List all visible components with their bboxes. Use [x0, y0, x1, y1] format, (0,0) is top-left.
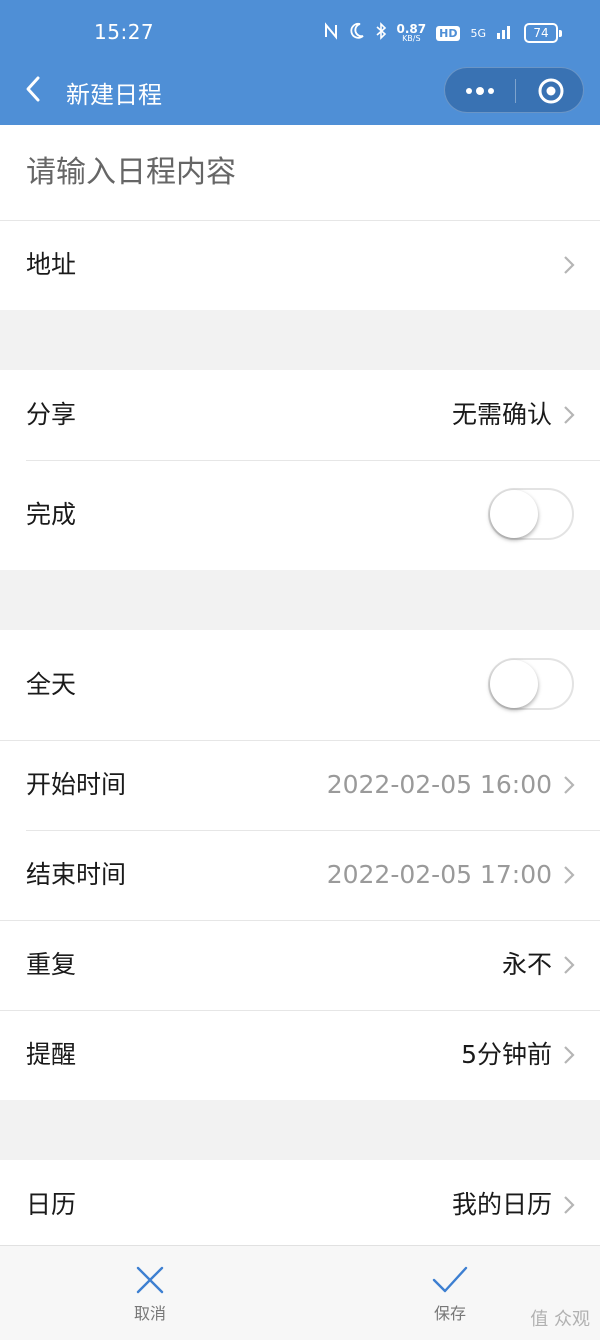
allday-label: 全天: [26, 670, 77, 699]
calendar-label: 日历: [26, 1190, 77, 1219]
schedule-content-input[interactable]: [26, 125, 566, 220]
share-row[interactable]: 分享 无需确认: [0, 370, 600, 460]
address-label: 地址: [26, 250, 77, 279]
chevron-right-icon: [564, 1196, 575, 1214]
repeat-value: 永不: [501, 950, 552, 979]
done-toggle[interactable]: [488, 488, 574, 540]
save-button[interactable]: 保存: [390, 1246, 510, 1340]
chevron-right-icon: [564, 956, 575, 974]
done-label: 完成: [26, 500, 77, 529]
chevron-right-icon: [564, 1046, 575, 1064]
done-row: 完成: [0, 470, 600, 560]
remind-value: 5分钟前: [461, 1040, 552, 1069]
net-speed-unit: KB/S: [402, 34, 421, 43]
miniapp-capsule: [444, 67, 584, 113]
close-miniapp-icon[interactable]: [537, 77, 565, 105]
time-block: 全天 开始时间 2022-02-05 16:00 结束时间 2022-02-05…: [0, 630, 600, 1100]
end-time-value: 2022-02-05 17:00: [326, 860, 552, 889]
share-label: 分享: [26, 400, 77, 429]
calendar-row[interactable]: 日历 我的日历: [0, 1160, 600, 1245]
close-icon: [136, 1266, 164, 1294]
watermark: 值 众观: [530, 1309, 590, 1330]
allday-toggle[interactable]: [488, 658, 574, 710]
save-label: 保存: [433, 1304, 466, 1323]
repeat-row[interactable]: 重复 永不: [0, 920, 600, 1010]
chevron-right-icon: [564, 406, 575, 424]
status-time: 15:27: [94, 20, 155, 44]
calendar-value: 我的日历: [451, 1190, 552, 1219]
end-time-row[interactable]: 结束时间 2022-02-05 17:00: [0, 830, 600, 920]
title-bar: 新建日程: [0, 62, 600, 125]
net-speed: 0.87 KB/S: [397, 23, 427, 43]
basic-info-block: 地址: [0, 125, 600, 310]
hd-badge: HD: [436, 25, 461, 41]
share-value: 无需确认: [451, 400, 552, 429]
allday-row: 全天: [0, 640, 600, 730]
cancel-button[interactable]: 取消: [90, 1246, 210, 1340]
remind-row[interactable]: 提醒 5分钟前: [0, 1010, 600, 1100]
start-time-row[interactable]: 开始时间 2022-02-05 16:00: [0, 740, 600, 830]
status-icons: 0.87 KB/S HD 5G 74: [323, 18, 562, 48]
end-time-label: 结束时间: [26, 860, 127, 889]
remind-label: 提醒: [26, 1040, 77, 1069]
address-row[interactable]: 地址: [0, 220, 600, 310]
more-icon[interactable]: [463, 82, 497, 100]
battery-level: 74: [524, 23, 558, 43]
chevron-right-icon: [564, 776, 575, 794]
signal-icon: [496, 23, 514, 43]
bluetooth-icon: [375, 22, 387, 44]
status-bar: 15:27 0.87 KB/S HD 5G 74: [0, 0, 600, 62]
network-type: 5G: [470, 26, 486, 40]
moon-icon: [349, 22, 365, 44]
calendar-block: 日历 我的日历: [0, 1160, 600, 1245]
page-title: 新建日程: [66, 81, 162, 109]
cancel-label: 取消: [133, 1304, 166, 1323]
repeat-label: 重复: [26, 950, 77, 979]
battery-icon: 74: [524, 23, 562, 43]
nfc-icon: [323, 22, 339, 44]
chevron-right-icon: [564, 866, 575, 884]
app: 15:27 0.87 KB/S HD 5G 74 新建日程 请输入日程内容 地址…: [0, 0, 600, 1340]
top-bar: 15:27 0.87 KB/S HD 5G 74 新建日程: [0, 0, 600, 125]
back-icon[interactable]: [20, 74, 50, 104]
start-time-label: 开始时间: [26, 770, 127, 799]
chevron-right-icon: [564, 256, 575, 274]
bottom-action-bar: 取消 保存: [0, 1245, 600, 1340]
checkmark-icon: [432, 1266, 468, 1293]
share-block: 分享 无需确认 完成: [0, 370, 600, 570]
start-time-value: 2022-02-05 16:00: [326, 770, 552, 799]
